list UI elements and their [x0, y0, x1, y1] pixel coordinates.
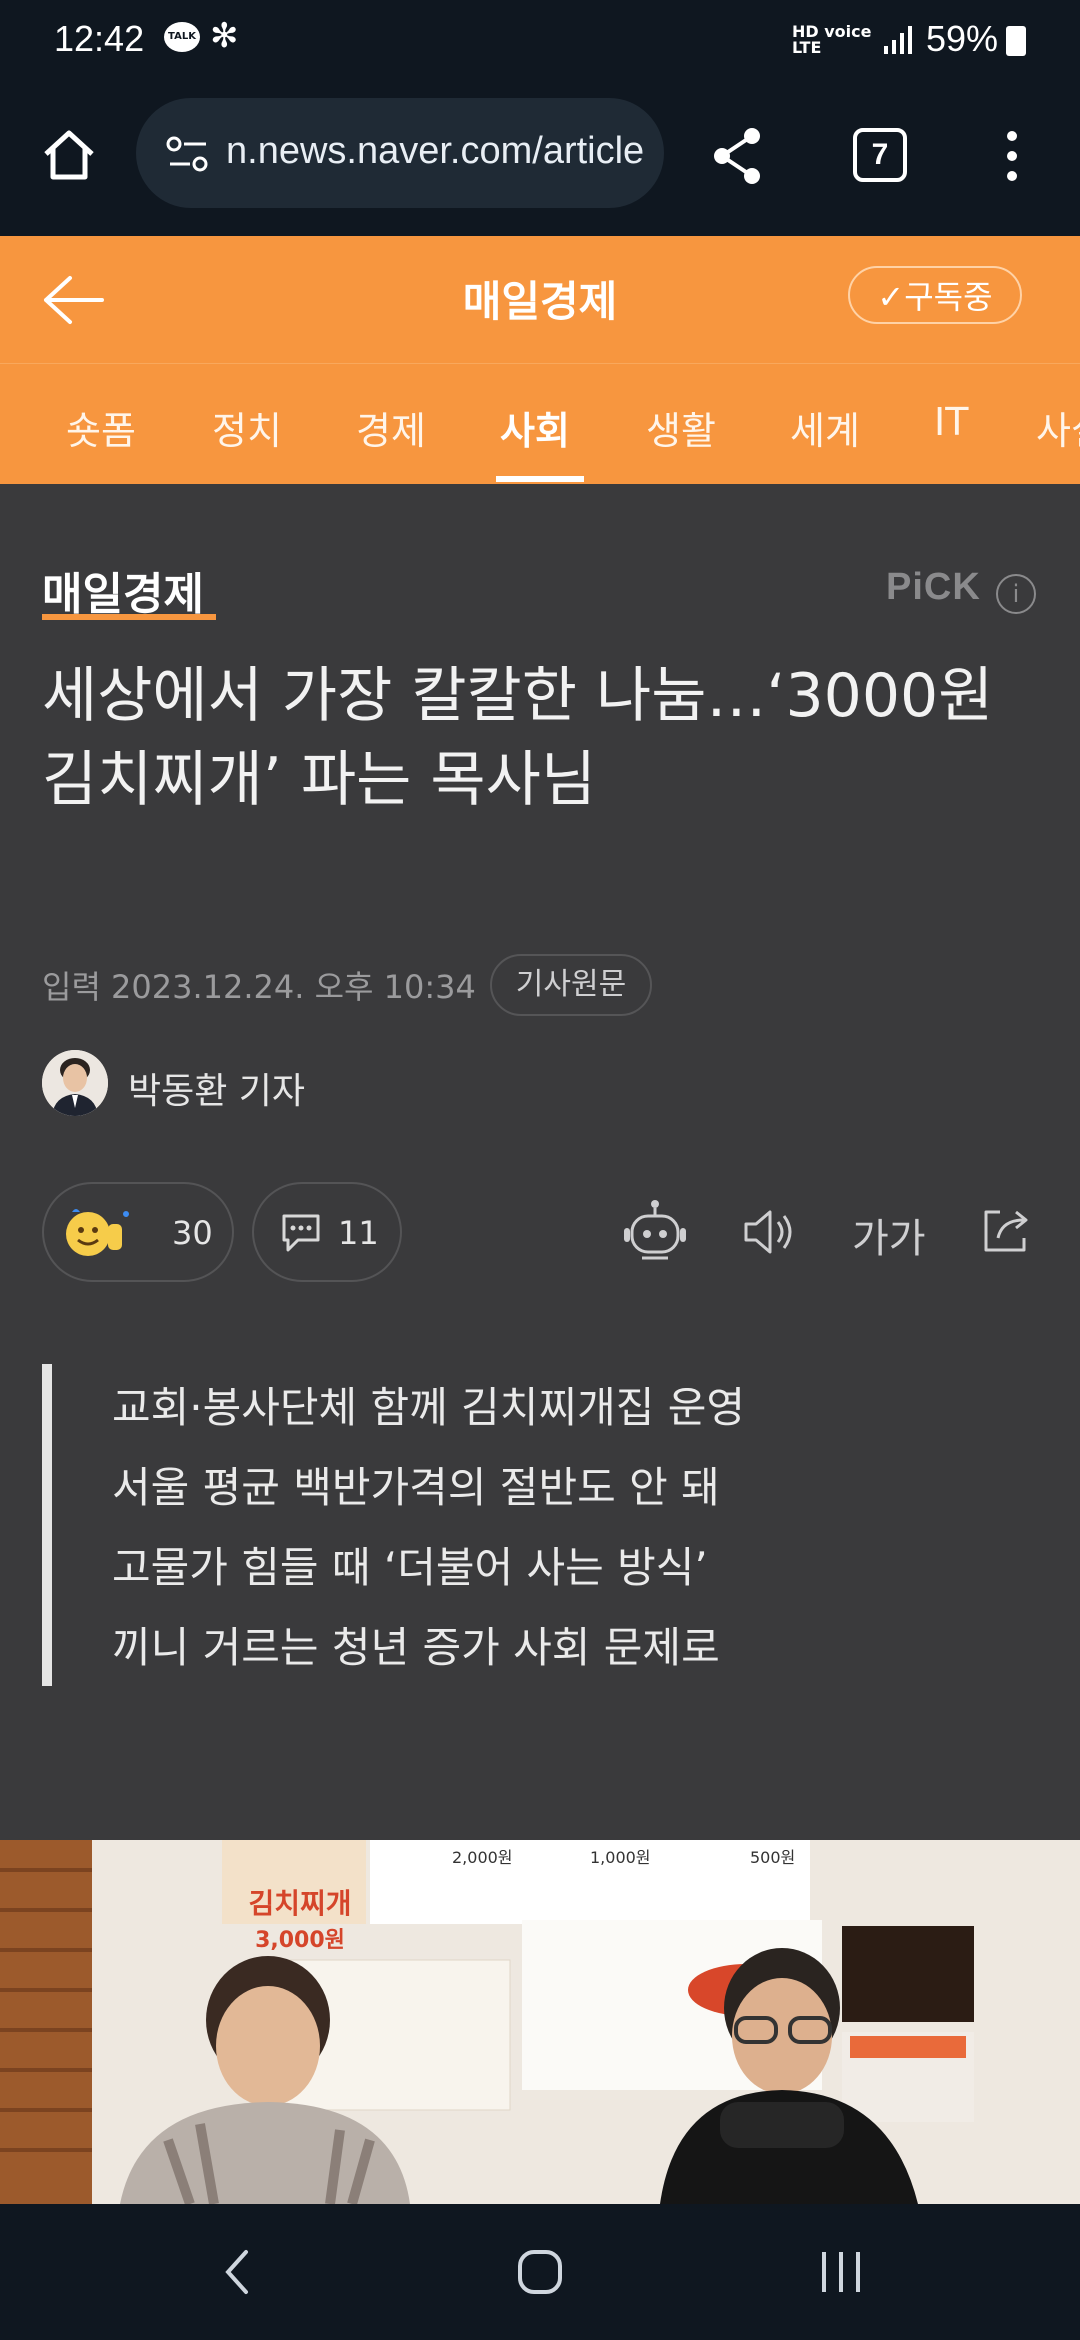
nav-recents-icon[interactable]	[818, 2250, 864, 2294]
nav-back-icon[interactable]	[222, 2248, 252, 2296]
comment-count: 11	[338, 1214, 379, 1252]
robot-summary-icon[interactable]	[620, 1196, 690, 1266]
reaction-count: 30	[172, 1214, 213, 1252]
article-photo[interactable]: 김치찌개 3,000원 2,000원 1,000원 500원	[0, 1840, 1080, 2204]
article: 매일경제 PiCK i 세상에서 가장 칼칼한 나눔…‘3000원 김치찌개’ …	[0, 506, 1080, 1840]
more-menu-icon[interactable]	[1000, 126, 1024, 186]
tab-world[interactable]: 세계	[790, 400, 860, 455]
summary-line: 고물가 힘들 때 ‘더불어 사는 방식’	[112, 1543, 708, 1592]
article-headline: 세상에서 가장 칼칼한 나눔…‘3000원 김치찌개’ 파는 목사님	[42, 661, 994, 815]
summary-quote-bar	[42, 1364, 52, 1686]
signal-icon	[884, 26, 912, 54]
sign-price: 3,000원	[255, 1928, 345, 1953]
reaction-button[interactable]: 30	[42, 1182, 234, 1282]
site-settings-icon[interactable]	[166, 134, 210, 174]
url-text[interactable]: n.news.naver.com/article	[226, 130, 646, 173]
tab-life[interactable]: 생활	[646, 400, 716, 455]
photo-illustration	[0, 1840, 1080, 2204]
tab-society[interactable]: 사회	[500, 400, 570, 455]
tab-politics[interactable]: 정치	[212, 400, 282, 455]
active-tab-indicator	[496, 476, 584, 482]
press-logo-underline	[42, 614, 216, 620]
reporter-name[interactable]: 박동환 기자	[128, 1062, 305, 1114]
comment-icon	[282, 1214, 320, 1252]
subscribe-button[interactable]: ✓구독중	[848, 266, 1022, 324]
status-time: 12:42	[54, 18, 145, 59]
speaker-icon[interactable]	[740, 1202, 800, 1262]
tab-shortform[interactable]: 숏폼	[66, 400, 136, 455]
published-date: 입력 2023.12.24. 오후 10:34	[42, 968, 476, 1006]
system-nav-bar	[0, 2204, 1080, 2340]
pinwheel-icon: ✻	[210, 16, 239, 56]
pick-label: PiCK	[886, 566, 981, 608]
summary-line: 끼니 거르는 청년 증가 사회 문제로	[112, 1623, 720, 1672]
tab-it[interactable]: IT	[934, 400, 968, 444]
press-header: 매일경제 ✓구독중	[0, 236, 1080, 364]
price-item: 500원	[750, 1848, 796, 1867]
sign-kimchi-stew: 김치찌개 3,000원	[230, 1882, 370, 1954]
talk-icon: TALK	[164, 22, 200, 52]
browser-toolbar: n.news.naver.com/article 7	[0, 80, 1080, 236]
tab-switcher-button[interactable]: 7	[853, 128, 907, 182]
address-bar[interactable]: n.news.naver.com/article	[136, 98, 664, 208]
font-size-button[interactable]: 가가	[852, 1206, 926, 1264]
check-icon: ✓	[877, 278, 905, 316]
price-item: 1,000원	[590, 1848, 651, 1867]
battery-icon	[1006, 26, 1026, 56]
tab-editorial[interactable]: 사설	[1036, 400, 1080, 455]
status-bar: 12:42 TALK ✻ HD voice LTE 59%	[0, 0, 1080, 80]
tab-economy[interactable]: 경제	[356, 400, 426, 455]
home-icon[interactable]	[40, 126, 98, 184]
price-item: 2,000원	[452, 1848, 513, 1867]
nav-home-icon[interactable]	[516, 2248, 564, 2296]
summary-line: 서울 평균 백반가격의 절반도 안 돼	[112, 1463, 720, 1512]
sign-text: 김치찌개	[248, 1887, 352, 1920]
press-logo[interactable]: 매일경제	[42, 558, 204, 622]
share-icon[interactable]	[710, 126, 766, 186]
category-tabs: 숏폼 정치 경제 사회 생활 세계 IT 사설	[0, 364, 1080, 484]
summary-line: 교회·봉사단체 함께 김치찌개집 운영	[112, 1383, 746, 1432]
subscribe-label: 구독중	[904, 278, 993, 316]
reporter-avatar[interactable]	[42, 1050, 108, 1116]
battery-percent: 59%	[926, 18, 999, 59]
original-article-button[interactable]: 기사원문	[490, 954, 652, 1016]
share-out-icon[interactable]	[976, 1200, 1036, 1260]
smile-thumbs-up-icon	[66, 1209, 129, 1256]
comment-button[interactable]: 11	[252, 1182, 402, 1282]
info-icon[interactable]: i	[996, 574, 1036, 614]
network-indicator: HD voice LTE	[792, 22, 872, 57]
